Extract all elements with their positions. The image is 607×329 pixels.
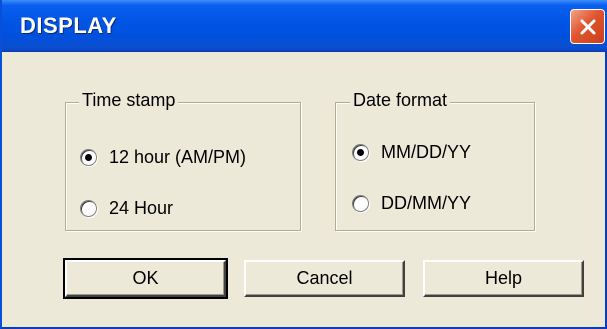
radio-12-hour[interactable]: 12 hour (AM/PM)	[80, 147, 246, 168]
radio-24-hour-button[interactable]	[80, 200, 97, 217]
radio-12-hour-button[interactable]	[80, 149, 97, 166]
radio-mm-dd-yy[interactable]: MM/DD/YY	[352, 142, 471, 163]
date-format-group: Date format MM/DD/YY DD/MM/YY	[335, 90, 535, 231]
radio-24-hour[interactable]: 24 Hour	[80, 198, 173, 219]
radio-24-hour-label: 24 Hour	[109, 198, 174, 218]
time-stamp-legend: Time stamp	[79, 90, 179, 111]
title-bar[interactable]: DISPLAY	[2, 0, 607, 52]
display-dialog: DISPLAY Time stamp 12 hour (AM/PM) 24 Ho…	[0, 0, 607, 329]
radio-mm-dd-yy-button[interactable]	[352, 144, 369, 161]
window-title: DISPLAY	[20, 13, 117, 38]
ok-button[interactable]: OK	[63, 258, 228, 299]
radio-dd-mm-yy-button[interactable]	[352, 195, 369, 212]
radio-dd-mm-yy[interactable]: DD/MM/YY	[352, 193, 471, 214]
time-stamp-group: Time stamp 12 hour (AM/PM) 24 Hour	[65, 90, 301, 231]
radio-12-hour-label: 12 hour (AM/PM)	[109, 147, 247, 167]
close-button[interactable]	[570, 9, 605, 44]
radio-dd-mm-yy-label: DD/MM/YY	[381, 193, 471, 213]
cancel-button[interactable]: Cancel	[244, 260, 405, 297]
radio-mm-dd-yy-label: MM/DD/YY	[381, 142, 471, 162]
date-format-legend: Date format	[350, 90, 451, 111]
help-button[interactable]: Help	[423, 260, 584, 297]
close-icon	[578, 17, 598, 37]
